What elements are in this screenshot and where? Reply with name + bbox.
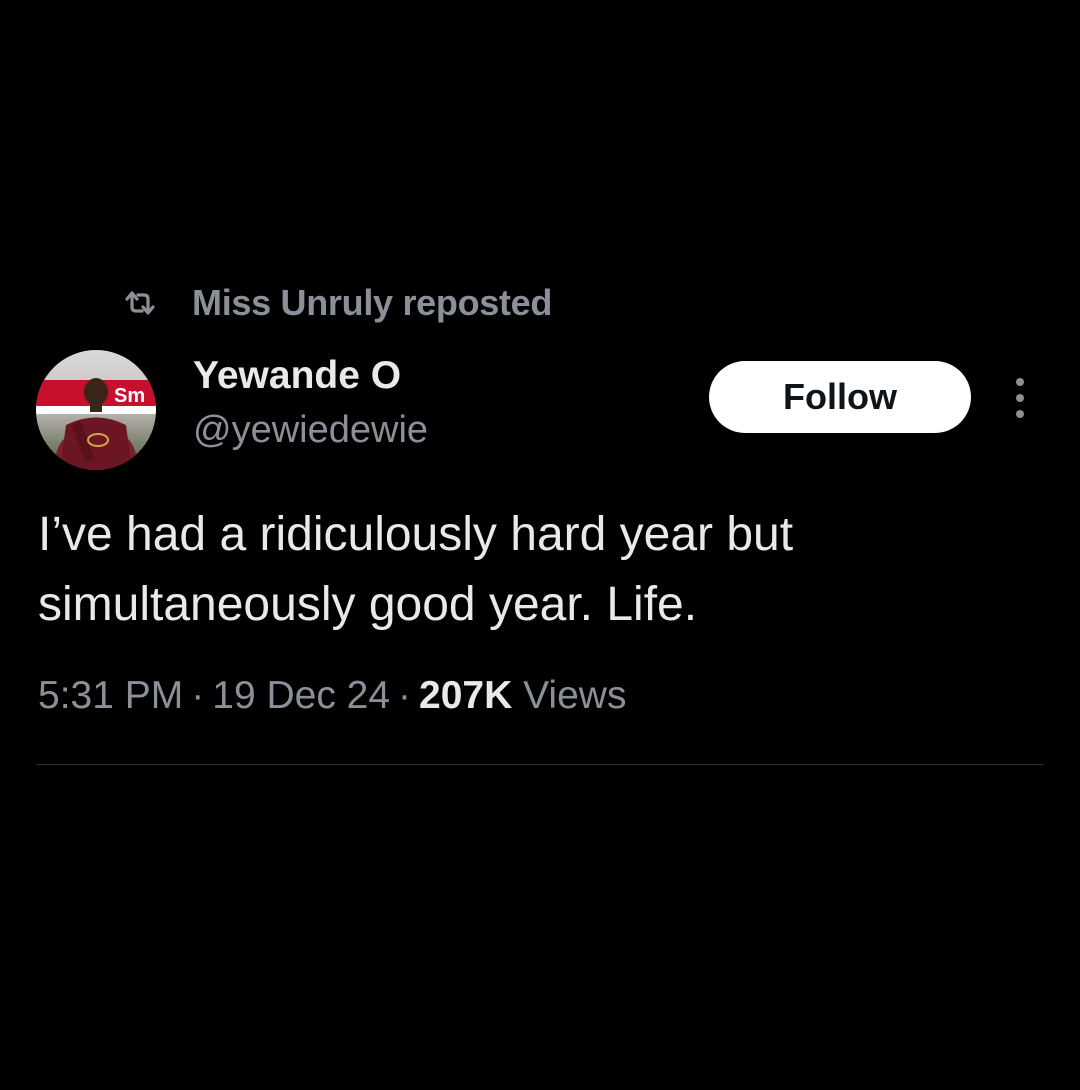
tweet-text: I’ve had a ridiculously hard year but si… bbox=[38, 508, 794, 631]
author-handle[interactable]: @yewiedewie bbox=[193, 409, 428, 452]
tweet-meta: 5:31 PM · 19 Dec 24 · 207K Views bbox=[38, 674, 626, 718]
meta-separator: · bbox=[191, 674, 205, 717]
avatar[interactable]: Sm bbox=[36, 350, 156, 470]
tweet-time[interactable]: 5:31 PM bbox=[38, 674, 183, 717]
divider bbox=[36, 764, 1044, 765]
repost-header[interactable]: Miss Unruly reposted bbox=[120, 280, 552, 326]
follow-button[interactable]: Follow bbox=[709, 361, 971, 433]
views-count: 207K bbox=[419, 674, 513, 717]
avatar-photo: Sm bbox=[36, 350, 156, 470]
more-options-icon[interactable] bbox=[1002, 374, 1038, 422]
more-dot bbox=[1016, 394, 1024, 402]
author-name[interactable]: Yewande O bbox=[193, 354, 401, 398]
repost-label[interactable]: Miss Unruly reposted bbox=[192, 282, 552, 324]
views-label: Views bbox=[523, 674, 627, 717]
more-dot bbox=[1016, 410, 1024, 418]
repost-icon bbox=[120, 288, 160, 318]
svg-text:Sm: Sm bbox=[114, 385, 145, 407]
more-dot bbox=[1016, 378, 1024, 386]
meta-separator: · bbox=[398, 674, 412, 717]
tweet-date[interactable]: 19 Dec 24 bbox=[212, 674, 390, 717]
